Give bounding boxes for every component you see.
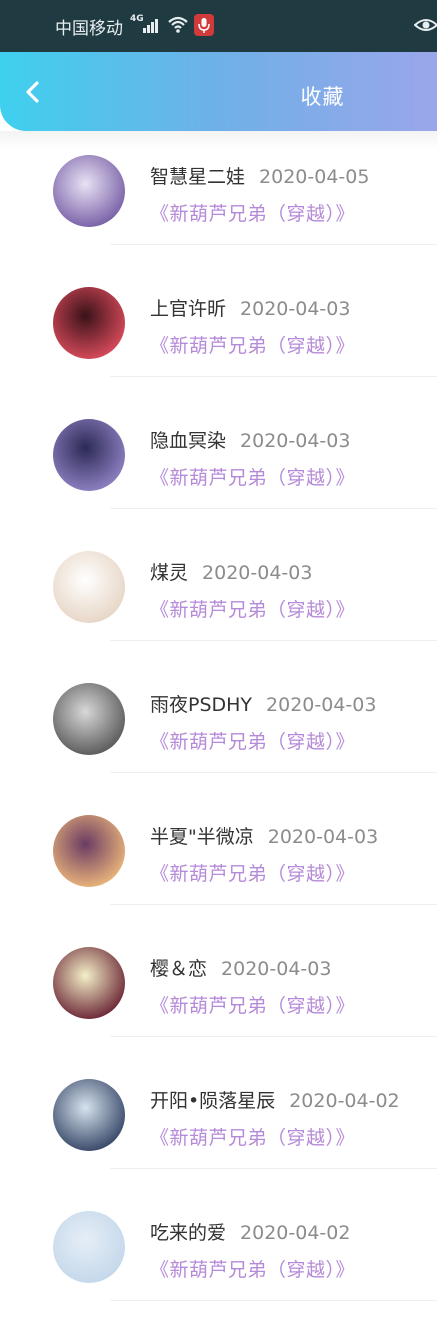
list-item[interactable]: 樱＆恋 2020-04-03 《新葫芦兄弟（穿越）》 [0,938,437,1070]
user-name-line: 樱＆恋 2020-04-03 [150,954,331,981]
user-name: 半夏"半微凉 [150,826,254,848]
network-type: 4G [130,14,144,24]
avatar[interactable] [53,551,125,623]
favorite-date: 2020-04-02 [240,1222,351,1244]
carrier-name: 中国移动 [55,19,123,39]
row-divider [110,904,437,905]
favorite-date: 2020-04-05 [259,166,370,188]
work-title-link[interactable]: 《新葫芦兄弟（穿越）》 [150,727,355,754]
avatar[interactable] [53,419,125,491]
user-name: 雨夜PSDHY [150,694,253,716]
user-name-line: 煤灵 2020-04-03 [150,558,312,585]
avatar[interactable] [53,155,125,227]
user-name: 开阳•陨落星辰 [150,1090,276,1112]
favorite-date: 2020-04-03 [266,694,377,716]
favorite-date: 2020-04-03 [202,562,313,584]
list-item[interactable]: 开阳•陨落星辰 2020-04-02 《新葫芦兄弟（穿越）》 [0,1070,437,1202]
row-divider [110,772,437,773]
row-divider [110,376,437,377]
eye-icon [414,19,437,31]
favorite-date: 2020-04-02 [289,1090,400,1112]
user-name: 樱＆恋 [150,958,208,980]
work-title-link[interactable]: 《新葫芦兄弟（穿越）》 [150,199,355,226]
favorite-date: 2020-04-03 [221,958,332,980]
favorite-date: 2020-04-03 [240,430,351,452]
work-title-link[interactable]: 《新葫芦兄弟（穿越）》 [150,991,355,1018]
avatar[interactable] [53,287,125,359]
work-title-link[interactable]: 《新葫芦兄弟（穿越）》 [150,331,355,358]
user-name: 吃来的爱 [150,1222,227,1244]
user-name-line: 开阳•陨落星辰 2020-04-02 [150,1086,400,1113]
list-item[interactable]: 半夏"半微凉 2020-04-03 《新葫芦兄弟（穿越）》 [0,806,437,938]
list-item[interactable]: 智慧星二娃 2020-04-05 《新葫芦兄弟（穿越）》 [0,146,437,278]
work-title-link[interactable]: 《新葫芦兄弟（穿越）》 [150,463,355,490]
avatar[interactable] [53,1211,125,1283]
user-name-line: 上官许昕 2020-04-03 [150,294,350,321]
user-name: 煤灵 [150,562,189,584]
user-name: 智慧星二娃 [150,166,246,188]
list-item[interactable]: 隐血冥染 2020-04-03 《新葫芦兄弟（穿越）》 [0,410,437,542]
wifi-icon [168,16,188,33]
avatar[interactable] [53,683,125,755]
row-divider [110,640,437,641]
row-divider [110,1168,437,1169]
user-name-line: 智慧星二娃 2020-04-05 [150,162,369,189]
list-item[interactable]: 雨夜PSDHY 2020-04-03 《新葫芦兄弟（穿越）》 [0,674,437,806]
avatar[interactable] [53,815,125,887]
row-divider [110,1300,437,1301]
work-title-link[interactable]: 《新葫芦兄弟（穿越）》 [150,595,355,622]
header-bar: 收藏 [0,52,437,131]
user-name-line: 半夏"半微凉 2020-04-03 [150,822,378,849]
user-name-line: 雨夜PSDHY 2020-04-03 [150,690,376,717]
list-item[interactable]: 上官许昕 2020-04-03 《新葫芦兄弟（穿越）》 [0,278,437,410]
avatar[interactable] [53,947,125,1019]
user-name: 隐血冥染 [150,430,227,452]
list-item[interactable]: 煤灵 2020-04-03 《新葫芦兄弟（穿越）》 [0,542,437,674]
work-title-link[interactable]: 《新葫芦兄弟（穿越）》 [150,1255,355,1282]
user-name-line: 吃来的爱 2020-04-02 [150,1218,350,1245]
list-item[interactable]: 吃来的爱 2020-04-02 《新葫芦兄弟（穿越）》 [0,1202,437,1334]
row-divider [110,244,437,245]
favorite-date: 2020-04-03 [240,298,351,320]
row-divider [110,508,437,509]
status-bar: 中国移动 4G [0,0,437,52]
work-title-link[interactable]: 《新葫芦兄弟（穿越）》 [150,859,355,886]
work-title-link[interactable]: 《新葫芦兄弟（穿越）》 [150,1123,355,1150]
user-name-line: 隐血冥染 2020-04-03 [150,426,350,453]
page-title: 收藏 [300,85,345,109]
favorites-list: 智慧星二娃 2020-04-05 《新葫芦兄弟（穿越）》 上官许昕 2020-04-03… [0,146,437,1334]
user-name: 上官许昕 [150,298,227,320]
favorite-date: 2020-04-03 [267,826,379,848]
signal-bars-icon [143,17,161,33]
microphone-icon [194,14,214,36]
avatar[interactable] [53,1079,125,1151]
row-divider [110,1036,437,1037]
